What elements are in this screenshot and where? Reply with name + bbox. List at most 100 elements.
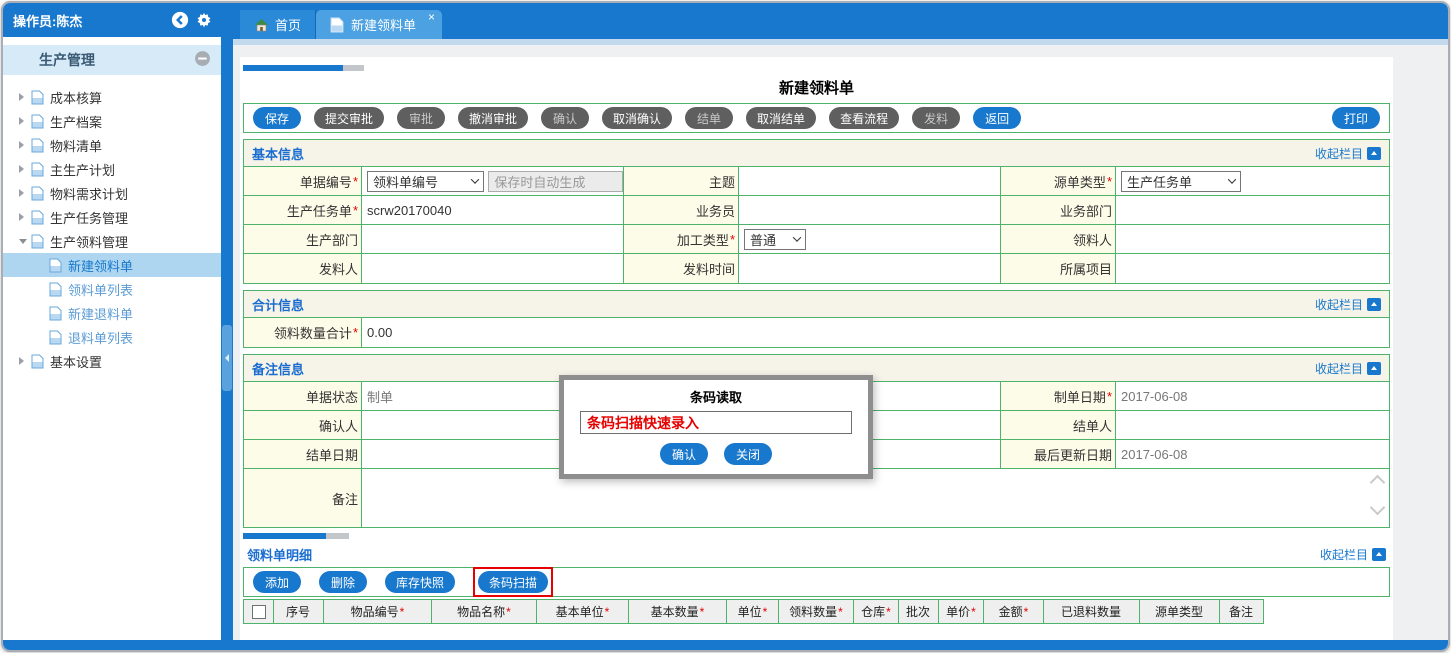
col-amount: 金额* [984, 600, 1044, 623]
document-icon [49, 306, 62, 321]
confirm-person-label: 确认人 [244, 411, 362, 439]
sidebar-item-production-archive[interactable]: 生产档案 [3, 109, 221, 133]
scroll-up-icon[interactable] [1370, 475, 1386, 491]
tab-home[interactable]: 首页 [240, 10, 316, 39]
expand-arrow-icon[interactable] [19, 93, 31, 101]
document-icon [31, 210, 44, 225]
document-icon [49, 282, 62, 297]
prod-dept-field[interactable] [362, 225, 624, 253]
app-window: 操作员:陈杰 生产管理 成本核算 [1, 1, 1450, 652]
sidebar-item-new-requisition[interactable]: 新建领料单 [3, 253, 221, 277]
sidebar-item-material-requisition-mgmt[interactable]: 生产领料管理 [3, 229, 221, 253]
total-qty-label: 领料数量合计* [244, 318, 362, 347]
expand-arrow-icon[interactable] [19, 189, 31, 197]
sidebar-item-new-return[interactable]: 新建退料单 [3, 301, 221, 325]
document-icon [31, 234, 44, 249]
expand-arrow-icon[interactable] [19, 357, 31, 365]
view-flow-button[interactable]: 查看流程 [829, 107, 899, 129]
col-remark: 备注 [1220, 600, 1263, 623]
stock-snapshot-button[interactable]: 库存快照 [385, 571, 455, 593]
confirm-button[interactable]: 确认 [541, 107, 589, 129]
busi-dept-field[interactable] [1116, 196, 1389, 224]
closer-field[interactable] [1116, 411, 1389, 439]
approve-button[interactable]: 审批 [397, 107, 445, 129]
docno-type-select[interactable]: 领料单编号 [367, 171, 484, 192]
sidebar-item-bom[interactable]: 物料清单 [3, 133, 221, 157]
chevron-down-icon [1228, 175, 1236, 183]
cancel-close-button[interactable]: 取消结单 [746, 107, 816, 129]
source-type-select[interactable]: 生产任务单 [1121, 171, 1241, 192]
collapse-total-control[interactable]: 收起栏目 [1315, 296, 1381, 313]
minus-circle-icon[interactable] [194, 50, 211, 70]
process-type-select[interactable]: 普通 [744, 229, 806, 250]
update-date-field: 2017-06-08 [1116, 440, 1389, 468]
sidebar-item-master-plan[interactable]: 主生产计划 [3, 157, 221, 181]
col-unit: 单位* [727, 600, 779, 623]
delete-row-button[interactable]: 删除 [319, 571, 367, 593]
sidebar-splitter[interactable] [221, 3, 233, 640]
expand-arrow-icon[interactable] [19, 213, 31, 221]
task-field[interactable]: scrw20170040 [362, 196, 624, 224]
expand-arrow-icon[interactable] [19, 117, 31, 125]
expand-arrow-icon[interactable] [19, 141, 31, 149]
barcode-scan-button[interactable]: 条码扫描 [478, 571, 548, 593]
issue-time-label: 发料时间 [624, 254, 739, 283]
barcode-confirm-button[interactable]: 确认 [660, 443, 708, 465]
collapse-basic-control[interactable]: 收起栏目 [1315, 145, 1381, 162]
source-type-label: 源单类型* [1001, 167, 1116, 195]
scroll-down-icon[interactable] [1370, 500, 1386, 516]
barcode-dialog-buttons: 确认 关闭 [564, 443, 868, 465]
sidebar-header: 操作员:陈杰 [3, 3, 221, 37]
collapse-remark-control[interactable]: 收起栏目 [1315, 360, 1381, 377]
collapse-arrow-icon[interactable] [19, 239, 31, 244]
expand-arrow-icon[interactable] [19, 165, 31, 173]
project-field[interactable] [1116, 254, 1389, 283]
section-basic-title: 基本信息 [252, 144, 1315, 163]
print-button[interactable]: 打印 [1332, 107, 1380, 129]
barcode-close-button[interactable]: 关闭 [724, 443, 772, 465]
col-item-code: 物品编号* [324, 600, 432, 623]
issue-time-field[interactable] [739, 254, 1001, 283]
collapse-sidebar-icon[interactable] [171, 11, 189, 29]
sidebar-item-mrp[interactable]: 物料需求计划 [3, 181, 221, 205]
sidebar-item-requisition-list[interactable]: 领料单列表 [3, 277, 221, 301]
save-button[interactable]: 保存 [253, 107, 301, 129]
cancel-confirm-button[interactable]: 取消确认 [602, 107, 672, 129]
barcode-input-text: 条码扫描快速录入 [587, 413, 699, 433]
form-row: 领料数量合计* 0.00 [244, 318, 1389, 347]
sidebar-item-label: 物料清单 [50, 136, 102, 155]
make-date-field[interactable]: 2017-06-08 [1116, 382, 1389, 410]
close-tab-icon[interactable]: × [428, 11, 435, 23]
sidebar-item-basic-settings[interactable]: 基本设置 [3, 349, 221, 373]
col-source-type: 源单类型 [1140, 600, 1220, 623]
back-button[interactable]: 返回 [973, 107, 1021, 129]
salesman-field[interactable] [739, 196, 1001, 224]
subject-field[interactable] [739, 167, 1001, 195]
splitter-collapse-handle[interactable] [222, 325, 232, 391]
issuer-label: 发料人 [244, 254, 362, 283]
picker-field[interactable] [1116, 225, 1389, 253]
gear-icon[interactable] [195, 11, 213, 29]
revoke-approval-button[interactable]: 撤消审批 [458, 107, 528, 129]
sidebar-item-return-list[interactable]: 退料单列表 [3, 325, 221, 349]
progress-track [326, 533, 349, 539]
collapse-detail-control[interactable]: 收起栏目 [1320, 546, 1386, 563]
tab-new-requisition[interactable]: 新建领料单 × [316, 10, 442, 39]
barcode-input[interactable]: 条码扫描快速录入 [580, 411, 852, 434]
sidebar-section-header[interactable]: 生产管理 [3, 45, 221, 75]
close-order-button[interactable]: 结单 [685, 107, 733, 129]
progress-track [343, 65, 364, 71]
sidebar-item-cost-accounting[interactable]: 成本核算 [3, 85, 221, 109]
total-qty-field[interactable]: 0.00 [362, 318, 1389, 347]
select-all-checkbox[interactable] [252, 605, 266, 619]
submit-approval-button[interactable]: 提交审批 [314, 107, 384, 129]
sidebar-item-label: 主生产计划 [50, 160, 115, 179]
issuer-field[interactable] [362, 254, 624, 283]
collapse-up-icon [1367, 362, 1381, 375]
col-price: 单价* [939, 600, 984, 623]
issue-material-button[interactable]: 发料 [912, 107, 960, 129]
add-row-button[interactable]: 添加 [253, 571, 301, 593]
sidebar-item-task-management[interactable]: 生产任务管理 [3, 205, 221, 229]
subject-label: 主题 [624, 167, 739, 195]
close-date-label: 结单日期 [244, 440, 362, 468]
